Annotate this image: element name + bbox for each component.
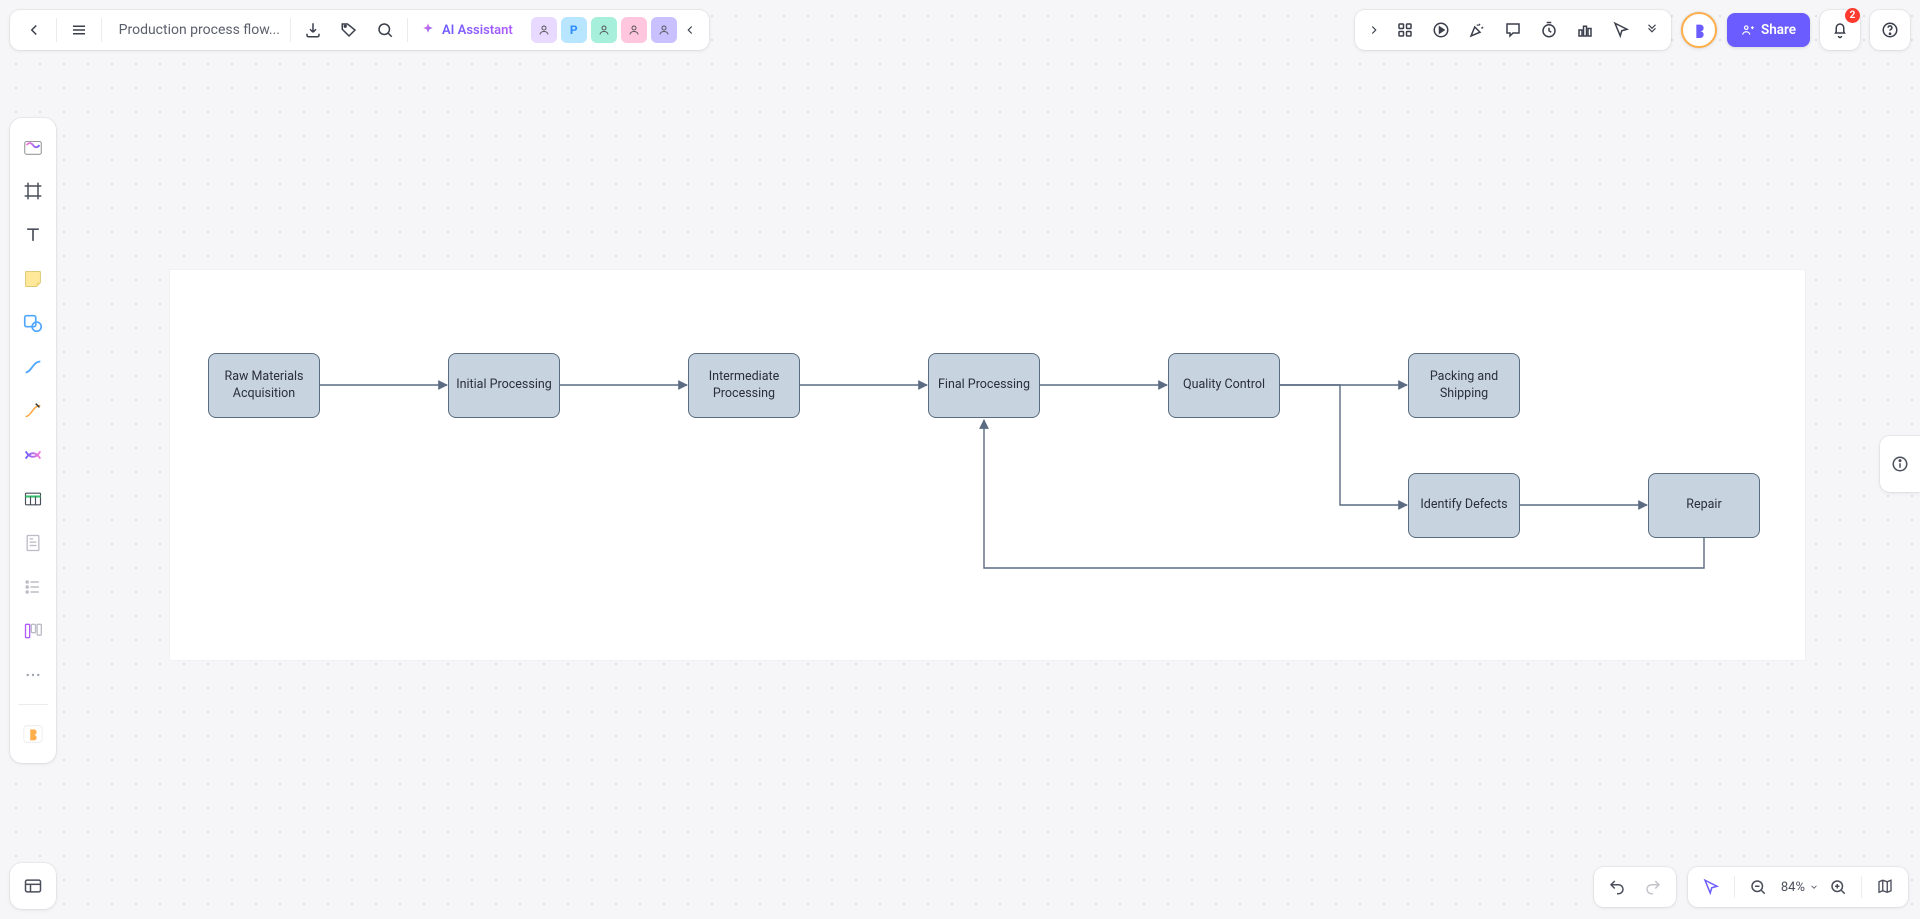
ai-sparkle-icon	[420, 22, 436, 38]
node-label: Quality Control	[1183, 377, 1265, 393]
collaborator-avatar[interactable]: P	[561, 17, 587, 43]
zoom-level-label: 84%	[1777, 880, 1809, 895]
brand-avatar[interactable]	[1681, 12, 1717, 48]
node-final-processing[interactable]: Final Processing	[928, 353, 1040, 418]
redo-button[interactable]	[1636, 870, 1670, 904]
sidebar-divider	[18, 704, 48, 705]
divider	[101, 18, 102, 42]
share-button[interactable]: Share	[1727, 13, 1810, 47]
info-panel-toggle[interactable]	[1880, 436, 1920, 492]
node-identify-defects[interactable]: Identify Defects	[1408, 473, 1520, 538]
chevron-down-icon	[1809, 882, 1819, 892]
brand-tile[interactable]	[14, 713, 52, 755]
divider	[56, 18, 57, 42]
apps-button[interactable]	[1387, 12, 1423, 48]
collaborator-avatar[interactable]	[591, 17, 617, 43]
notifications-button[interactable]: 2	[1820, 10, 1860, 50]
more-sidebar-button[interactable]	[14, 654, 52, 696]
timer-button[interactable]	[1531, 12, 1567, 48]
topbar-tools	[1355, 10, 1671, 50]
zoom-in-button[interactable]	[1821, 870, 1855, 904]
tag-button[interactable]	[331, 12, 367, 48]
diagram-frame[interactable]: Raw Materials Acquisition Initial Proces…	[170, 270, 1805, 660]
notification-badge: 2	[1845, 8, 1860, 23]
node-label: Initial Processing	[456, 377, 552, 393]
shape-tool[interactable]	[14, 302, 52, 344]
collaborator-avatar[interactable]	[531, 17, 557, 43]
present-button[interactable]	[1423, 12, 1459, 48]
help-icon	[1881, 21, 1899, 39]
zoom-level-dropdown[interactable]: 84%	[1777, 880, 1819, 895]
comment-button[interactable]	[1495, 12, 1531, 48]
node-raw-materials[interactable]: Raw Materials Acquisition	[208, 353, 320, 418]
node-label: Repair	[1686, 497, 1721, 513]
divider	[290, 18, 291, 42]
divider	[407, 18, 408, 42]
more-tools-button[interactable]	[1639, 12, 1665, 48]
node-label: Packing and Shipping	[1415, 369, 1513, 402]
vote-button[interactable]	[1567, 12, 1603, 48]
node-label: Final Processing	[938, 377, 1030, 393]
smart-draw-tool[interactable]	[14, 434, 52, 476]
collaborator-avatar[interactable]	[621, 17, 647, 43]
table-tool[interactable]	[14, 478, 52, 520]
undo-button[interactable]	[1600, 870, 1634, 904]
divider	[1734, 876, 1735, 898]
node-intermediate-processing[interactable]: Intermediate Processing	[688, 353, 800, 418]
ai-assistant-button[interactable]: AI Assistant	[412, 14, 521, 46]
celebrate-button[interactable]	[1459, 12, 1495, 48]
menu-button[interactable]	[61, 12, 97, 48]
sticky-note-tool[interactable]	[14, 258, 52, 300]
connector-tool[interactable]	[14, 346, 52, 388]
pen-tool[interactable]	[14, 390, 52, 432]
download-button[interactable]	[295, 12, 331, 48]
minimap-button[interactable]	[1868, 870, 1902, 904]
cloud-icon	[112, 22, 113, 38]
node-packing-shipping[interactable]: Packing and Shipping	[1408, 353, 1520, 418]
zoom-out-button[interactable]	[1741, 870, 1775, 904]
text-tool[interactable]	[14, 214, 52, 256]
node-initial-processing[interactable]: Initial Processing	[448, 353, 560, 418]
kanban-tool[interactable]	[14, 610, 52, 652]
bell-icon	[1831, 21, 1849, 39]
info-icon	[1891, 455, 1909, 473]
document-title[interactable]: Production process flow...	[106, 22, 286, 38]
node-label: Raw Materials Acquisition	[215, 369, 313, 402]
help-button[interactable]	[1870, 10, 1910, 50]
collaborator-avatar[interactable]	[651, 17, 677, 43]
bottom-right-controls: 84%	[1594, 867, 1908, 907]
search-button[interactable]	[367, 12, 403, 48]
ai-assistant-label: AI Assistant	[442, 23, 513, 38]
left-sidebar	[10, 118, 56, 763]
collaborator-chips: P	[527, 17, 677, 43]
diagram-connectors	[170, 270, 1805, 660]
collapse-topbar-button[interactable]	[677, 12, 703, 48]
expand-topbar-button[interactable]	[1361, 12, 1387, 48]
pointer-mode-button[interactable]	[1694, 870, 1728, 904]
node-label: Intermediate Processing	[695, 369, 793, 402]
share-label: Share	[1761, 22, 1796, 38]
history-controls	[1594, 867, 1676, 907]
template-tool[interactable]	[14, 126, 52, 168]
node-label: Identify Defects	[1420, 497, 1507, 513]
frame-tool[interactable]	[14, 170, 52, 212]
document-tool[interactable]	[14, 522, 52, 564]
list-tool[interactable]	[14, 566, 52, 608]
cursor-tool-button[interactable]	[1603, 12, 1639, 48]
topbar-right: Share 2	[1355, 10, 1910, 50]
layers-panel-button[interactable]	[10, 863, 56, 909]
document-title-text: Production process flow...	[119, 22, 280, 38]
view-controls: 84%	[1688, 867, 1908, 907]
share-icon	[1741, 23, 1755, 37]
node-repair[interactable]: Repair	[1648, 473, 1760, 538]
topbar-left: Production process flow... AI Assistant …	[10, 10, 709, 50]
divider	[1861, 876, 1862, 898]
node-quality-control[interactable]: Quality Control	[1168, 353, 1280, 418]
back-button[interactable]	[16, 12, 52, 48]
